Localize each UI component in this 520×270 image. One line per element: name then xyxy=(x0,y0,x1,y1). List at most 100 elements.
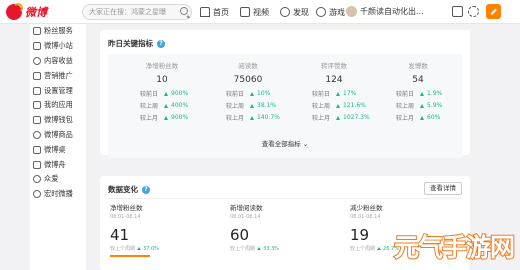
sidebar-item-label: 微博钱包 xyxy=(44,115,73,125)
compare-value: 5.9% xyxy=(427,102,443,109)
apps-icon xyxy=(33,101,41,110)
metric-compare-row: 较上周 5.9% xyxy=(396,102,462,110)
sidebar-item-promotion[interactable]: 营销推广 xyxy=(30,68,86,83)
love-icon xyxy=(33,175,41,184)
settings-gear-icon[interactable] xyxy=(468,6,479,17)
wallet-icon xyxy=(33,116,41,125)
compare-key: 较前日 xyxy=(226,91,245,98)
sidebar-item-label: 营销推广 xyxy=(44,70,73,80)
desk-icon xyxy=(33,145,41,154)
up-arrow-icon xyxy=(420,115,424,120)
sidebar-item-fans-service[interactable]: 粉丝服务 xyxy=(30,24,86,39)
metric-compare-row: 较上周 121.6% xyxy=(312,102,378,110)
help-icon[interactable]: ? xyxy=(157,39,165,48)
kpi-card[interactable]: 净增粉丝数 08.01-08.14 41 较上个周期 37.0% xyxy=(110,202,220,257)
help-icon[interactable]: ? xyxy=(142,185,150,194)
compare-value: 121.6% xyxy=(343,102,366,109)
compare-value: 400% xyxy=(171,102,189,109)
sidebar-item-label: 微博舟 xyxy=(44,159,66,169)
compare-key: 较上周 xyxy=(140,103,159,110)
sidebar-item-live[interactable]: 宏时微播 xyxy=(30,187,86,202)
sidebar-item-content-income[interactable]: 内容收益 xyxy=(30,54,86,69)
sidebar-item-label: 宏时微播 xyxy=(44,189,73,199)
site-icon xyxy=(33,42,41,51)
sidebar-item-desk[interactable]: 微博桌 xyxy=(30,142,86,157)
compare-value: 900% xyxy=(171,90,189,97)
sidebar-item-label: 微博桌 xyxy=(44,144,66,154)
fans-icon xyxy=(33,27,41,36)
up-arrow-icon xyxy=(164,91,168,96)
kpi-compare-prefix: 较上个周期 xyxy=(350,246,376,252)
nav-user-profile[interactable]: 千颜读自动化出... xyxy=(346,6,424,17)
nav-user-name: 千颜读自动化出... xyxy=(360,7,424,16)
watermark: 元气手游网 xyxy=(380,206,520,270)
compare-key: 较前日 xyxy=(312,91,331,98)
metric-compare-row: 较前日 17% xyxy=(312,90,378,98)
search-input[interactable]: 大家正在搜：鸿蒙之星曝 xyxy=(82,4,192,20)
metric-compare-row: 较前日 10% xyxy=(226,90,292,98)
sidebar-item-label: 微博商品 xyxy=(44,129,73,139)
compare-key: 较上周 xyxy=(226,103,245,110)
nav-game[interactable]: 游戏 xyxy=(316,6,345,18)
avatar xyxy=(346,6,357,17)
kpi-date: 08.01-08.14 xyxy=(110,214,141,220)
metric-label: 转评赞数 xyxy=(321,62,347,70)
income-icon xyxy=(33,56,41,65)
panel-title: 数据变化 ? xyxy=(108,184,150,195)
nav-home[interactable]: 首页 xyxy=(200,6,229,18)
weibo-logo-icon xyxy=(6,3,23,20)
key-metrics-title: 昨日关键指标 xyxy=(108,39,153,48)
nav-video[interactable]: 视频 xyxy=(240,6,269,18)
compare-value: 1027.3% xyxy=(343,114,370,121)
metric-label: 发博数 xyxy=(408,62,428,70)
divider xyxy=(108,198,462,199)
sidebar-item-goods[interactable]: 微博商品 xyxy=(30,128,86,143)
compare-key: 较上月 xyxy=(140,115,159,122)
metric-value: 124 xyxy=(325,75,343,85)
up-arrow-icon xyxy=(164,115,168,120)
kpi-compare-prefix: 较上个周期 xyxy=(230,246,256,252)
compare-key: 较上周 xyxy=(396,103,415,110)
sidebar-item-apps[interactable]: 我的应用 xyxy=(30,98,86,113)
up-arrow-icon xyxy=(336,115,340,120)
metric-column: 净增粉丝数 10 较前日 900% 较上周 400% 较上月 900% xyxy=(118,60,206,122)
sidebar-item-weibo-site[interactable]: 微博小站 xyxy=(30,39,86,54)
nav-home-label: 首页 xyxy=(213,7,229,17)
kpi-compare-prefix: 较上个周期 xyxy=(110,246,136,252)
nav-discover[interactable]: 发现 xyxy=(280,6,309,18)
kpi-card[interactable]: 新增阅读数 08.01-08.14 60 较上个周期 33.3% xyxy=(230,202,340,252)
sidebar: 粉丝服务 微博小站 内容收益 营销推广 设置管理 我的应用 微博钱包 微博商品 … xyxy=(30,24,86,270)
search-icon[interactable] xyxy=(180,7,188,15)
boat-icon xyxy=(33,160,41,169)
sidebar-item-label: 我的应用 xyxy=(44,100,73,110)
sidebar-item-settings[interactable]: 设置管理 xyxy=(30,83,86,98)
metric-compare-row: 较上月 140.7% xyxy=(226,114,292,122)
nav-video-label: 视频 xyxy=(253,7,269,17)
metric-compare-row: 较上周 38.1% xyxy=(226,102,292,110)
home-icon xyxy=(200,7,210,17)
compare-value: 38.1% xyxy=(257,102,277,109)
sidebar-item-label: 内容收益 xyxy=(44,55,73,65)
brand-name: 微博 xyxy=(25,6,47,19)
promotion-icon xyxy=(33,71,41,80)
kpi-value: 60 xyxy=(230,226,250,244)
compass-icon xyxy=(280,7,290,17)
goods-icon xyxy=(33,130,41,139)
sidebar-item-wallet[interactable]: 微博钱包 xyxy=(30,113,86,128)
expand-all-metrics-link[interactable]: 查看全部指标 ⌄ xyxy=(100,138,470,148)
up-arrow-icon xyxy=(420,91,424,96)
metric-value: 75060 xyxy=(233,75,263,85)
video-icon xyxy=(240,7,250,17)
compose-button[interactable] xyxy=(486,4,501,19)
compare-key: 较上月 xyxy=(226,115,245,122)
metric-value: 54 xyxy=(412,75,424,85)
compare-key: 较上周 xyxy=(312,103,331,110)
kpi-compare-value: 37.0% xyxy=(143,245,159,252)
view-details-button[interactable]: 查看详情 xyxy=(424,182,462,195)
message-icon[interactable] xyxy=(452,6,463,17)
sidebar-item-love[interactable]: 众爱 xyxy=(30,172,86,187)
top-nav-bar: 微博 大家正在搜：鸿蒙之星曝 首页 视频 发现 游戏 千颜读自动化出... xyxy=(0,0,520,24)
weibo-logo[interactable]: 微博 xyxy=(6,3,47,20)
sidebar-item-boat[interactable]: 微博舟 xyxy=(30,157,86,172)
up-arrow-icon xyxy=(250,91,254,96)
